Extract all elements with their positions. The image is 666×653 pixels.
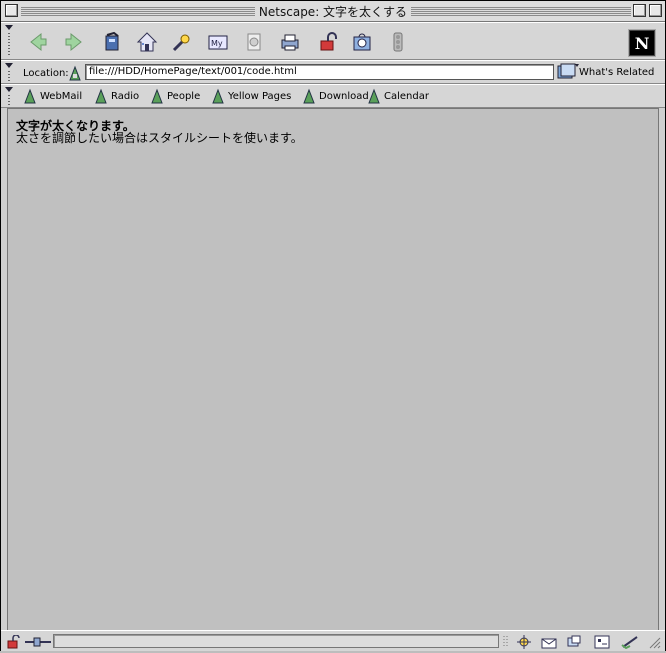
bookmark-icon [212,88,224,104]
toolbar-grip[interactable] [5,25,13,57]
browser-window: Netscape: 文字を太くする My N Location: file://… [0,0,666,651]
security-icon[interactable] [315,29,341,55]
page-content[interactable]: 文字が太くなります。 太さを調節したい場合はスタイルシートを使います。 [7,108,659,631]
resize-grip[interactable] [647,634,661,649]
bookmark-download[interactable]: Download [302,88,369,104]
navigator-icon[interactable] [516,634,532,649]
forward-icon[interactable] [61,29,87,55]
title-bar[interactable]: Netscape: 文字を太くする [1,1,665,22]
personal-toolbar: WebMail Radio People Yellow Pages Downlo… [1,84,665,108]
security-lock-icon[interactable] [7,634,23,649]
bookmark-icon [24,88,36,104]
bookmark-webmail[interactable]: WebMail [23,88,82,104]
zoom-box[interactable] [633,4,646,17]
bookmark-calendar[interactable]: Calendar [367,88,429,104]
page-proxy-icon[interactable] [68,65,82,81]
location-label: Location: [23,68,69,79]
location-grip[interactable] [5,63,13,81]
bookmark-label: Yellow Pages [228,90,292,102]
whats-related-icon [557,63,579,79]
status-bar [1,630,665,651]
whats-related-label: What's Related [579,66,655,78]
status-grip [501,634,511,648]
newsgroups-icon[interactable] [566,634,582,648]
bookmark-icon [368,88,380,104]
close-box[interactable] [5,4,18,17]
bookmark-label: WebMail [40,90,83,102]
location-url-input[interactable]: file:///HDD/HomePage/text/001/code.html [85,64,554,80]
bookmark-icon [151,88,163,104]
whats-related-button[interactable]: What's Related [557,63,654,81]
images-icon[interactable] [241,29,267,55]
bookmark-radio[interactable]: Radio [94,88,139,104]
shop-icon[interactable] [349,29,375,55]
back-icon[interactable] [25,29,51,55]
search-icon[interactable] [169,29,195,55]
navigation-toolbar: My N [1,22,665,60]
print-icon[interactable] [277,29,303,55]
svg-text:My: My [211,39,223,48]
bookmark-people[interactable]: People [150,88,200,104]
reload-icon[interactable] [99,29,125,55]
bookmark-label: People [167,90,201,102]
online-plug-icon[interactable] [25,634,51,648]
bookmark-label: Calendar [384,90,429,102]
netscape-logo[interactable]: N [629,30,655,56]
status-text-field [53,634,499,648]
mail-icon[interactable] [541,634,557,649]
bookmark-icon [303,88,315,104]
stop-icon[interactable] [385,29,411,55]
title-bar-stripes [21,6,631,16]
home-icon[interactable] [134,29,160,55]
bookmark-label: Download [319,90,369,102]
my-netscape-icon[interactable]: My [205,29,231,55]
location-toolbar: Location: file:///HDD/HomePage/text/001/… [1,60,665,84]
bookmark-icon [95,88,107,104]
bookmark-label: Radio [111,90,140,102]
page-text: 太さを調節したい場合はスタイルシートを使います。 [16,131,303,145]
personal-grip[interactable] [5,87,13,105]
bookmark-yellow-pages[interactable]: Yellow Pages [211,88,291,104]
collapse-box[interactable] [649,4,662,17]
composer-icon[interactable] [621,634,638,650]
address-book-icon[interactable] [594,634,610,649]
